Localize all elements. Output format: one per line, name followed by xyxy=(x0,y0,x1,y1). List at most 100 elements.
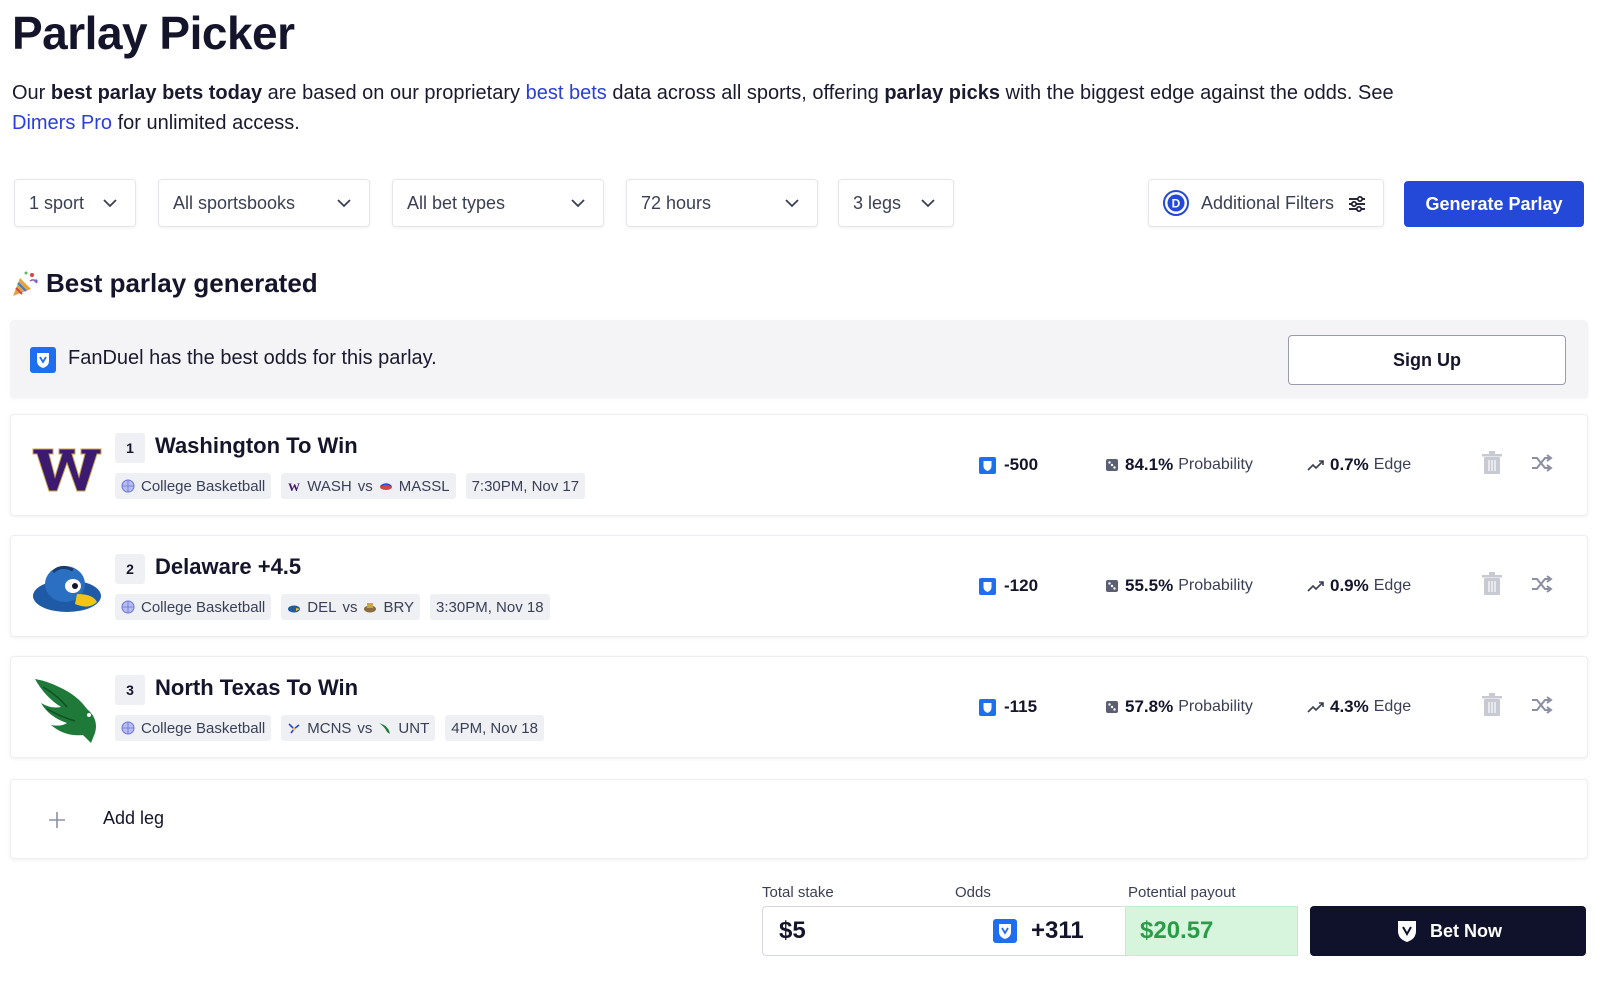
delaware-mini-icon xyxy=(288,605,301,613)
probability-value: 55.5% xyxy=(1125,576,1174,595)
sport-filter-dropdown[interactable]: 1 sport xyxy=(14,179,136,227)
generate-parlay-button[interactable]: Generate Parlay xyxy=(1404,181,1584,227)
additional-filters-button[interactable]: D Additional Filters xyxy=(1148,179,1384,227)
page-title: Parlay Picker xyxy=(12,7,295,59)
leg-name: North Texas To Win xyxy=(155,675,359,700)
probability-label: Probability xyxy=(1178,577,1253,594)
mcneese-mini-icon xyxy=(288,723,300,734)
potential-payout-label: Potential payout xyxy=(1128,884,1236,901)
matchup-tag: W WASH vs MASSL xyxy=(281,473,456,499)
team2-label: UNT xyxy=(398,719,430,737)
delaware-logo-icon xyxy=(33,565,101,612)
legs-filter-dropdown[interactable]: 3 legs xyxy=(838,179,954,227)
dice-icon xyxy=(1106,701,1118,713)
fanduel-shield-icon xyxy=(979,698,996,716)
bryant-mini-icon xyxy=(364,603,377,613)
fanduel-shield-icon xyxy=(1398,921,1416,942)
sportsbooks-filter-label: All sportsbooks xyxy=(173,192,296,213)
dice-icon xyxy=(1106,459,1118,471)
bet-now-button[interactable]: Bet Now xyxy=(1310,906,1586,956)
trash-icon[interactable] xyxy=(1481,693,1503,717)
dimers-pro-link[interactable]: Dimers Pro xyxy=(12,112,112,134)
total-stake-label: Total stake xyxy=(762,884,834,901)
section-heading-text: Best parlay generated xyxy=(46,268,318,298)
edge-value: 0.9% xyxy=(1330,576,1369,595)
bet-types-filter-label: All bet types xyxy=(407,192,506,213)
parlay-leg-2: 2 Delaware +4.5 College Basketball DEL v… xyxy=(10,535,1588,637)
washington-logo-icon xyxy=(32,448,102,492)
mass-lowell-mini-icon xyxy=(379,483,392,490)
fanduel-shield-icon xyxy=(30,347,56,373)
intro-text: data across all sports, offering xyxy=(606,82,885,104)
leg-odds-value: -500 xyxy=(1004,455,1039,474)
game-time-tag: 4PM, Nov 18 xyxy=(445,715,544,741)
section-heading: Best parlay generated xyxy=(10,268,318,299)
leg-probability: 84.1% Probability xyxy=(1105,455,1253,475)
leg-number: 2 xyxy=(115,554,145,584)
intro-text: are based on our proprietary xyxy=(262,82,526,104)
game-time-tag: 3:30PM, Nov 18 xyxy=(430,594,550,620)
team1-label: DEL xyxy=(307,598,337,616)
trash-icon[interactable] xyxy=(1481,572,1503,596)
game-time-tag: 7:30PM, Nov 17 xyxy=(465,473,586,499)
probability-value: 57.8% xyxy=(1125,697,1174,716)
probability-label: Probability xyxy=(1178,456,1253,473)
trend-up-icon xyxy=(1307,702,1324,713)
vs-label: vs xyxy=(342,598,358,616)
leg-odds-value: -120 xyxy=(1004,576,1039,595)
add-leg-button[interactable]: Add leg xyxy=(10,779,1588,859)
team2-label: MASSL xyxy=(398,477,450,495)
legs-filter-label: 3 legs xyxy=(853,192,902,213)
league-label: College Basketball xyxy=(141,477,266,495)
leg-number: 3 xyxy=(115,675,145,705)
vs-label: vs xyxy=(357,719,373,737)
dimers-logo-icon: D xyxy=(1163,190,1189,216)
shuffle-icon[interactable] xyxy=(1531,453,1553,473)
potential-payout-value: $20.57 xyxy=(1125,906,1298,956)
shuffle-icon[interactable] xyxy=(1531,695,1553,715)
trash-icon[interactable] xyxy=(1481,451,1503,475)
intro-bold-1: best parlay bets today xyxy=(50,82,263,104)
dice-icon xyxy=(1106,580,1118,592)
chevron-down-icon xyxy=(571,199,585,208)
best-bets-link[interactable]: best bets xyxy=(526,82,607,104)
leg-odds-value: -115 xyxy=(1004,697,1038,716)
leg-edge: 0.7% Edge xyxy=(1307,455,1411,475)
edge-label: Edge xyxy=(1373,698,1412,715)
fanduel-shield-icon xyxy=(979,456,996,474)
banner-message: FanDuel has the best odds for this parla… xyxy=(68,347,437,369)
parlay-odds-value: +311 xyxy=(1031,917,1084,944)
trend-up-icon xyxy=(1307,581,1324,592)
parlay-odds-display: +311 xyxy=(951,906,1126,956)
sportsbooks-filter-dropdown[interactable]: All sportsbooks xyxy=(158,179,370,227)
probability-value: 84.1% xyxy=(1125,455,1174,474)
bet-types-filter-dropdown[interactable]: All bet types xyxy=(392,179,604,227)
edge-value: 4.3% xyxy=(1330,697,1369,716)
leg-edge: 0.9% Edge xyxy=(1307,576,1411,596)
svg-text:D: D xyxy=(1172,197,1181,211)
add-leg-label: Add leg xyxy=(103,808,165,828)
probability-label: Probability xyxy=(1178,698,1253,715)
odds-label: Odds xyxy=(955,884,991,901)
edge-label: Edge xyxy=(1373,577,1412,594)
chevron-down-icon xyxy=(103,199,117,208)
league-label: College Basketball xyxy=(141,719,266,737)
north-texas-mini-icon xyxy=(379,723,391,734)
leg-number: 1 xyxy=(115,433,145,463)
time-filter-dropdown[interactable]: 72 hours xyxy=(626,179,818,227)
total-stake-input[interactable]: $5 xyxy=(762,906,952,956)
intro-text: for unlimited access. xyxy=(112,112,300,134)
north-texas-logo-icon xyxy=(35,679,96,743)
chevron-down-icon xyxy=(921,199,935,208)
sign-up-button[interactable]: Sign Up xyxy=(1288,335,1566,385)
bet-now-label: Bet Now xyxy=(1430,920,1502,941)
shuffle-icon[interactable] xyxy=(1531,574,1553,594)
basketball-icon xyxy=(121,721,135,735)
matchup-tag: MCNS vs UNT xyxy=(281,715,436,741)
trend-up-icon xyxy=(1307,460,1324,471)
league-tag: College Basketball xyxy=(115,715,272,741)
basketball-icon xyxy=(121,600,135,614)
leg-odds: -115 xyxy=(979,697,1037,717)
parlay-leg-1: 1 Washington To Win College Basketball W… xyxy=(10,414,1588,516)
league-tag: College Basketball xyxy=(115,473,272,499)
